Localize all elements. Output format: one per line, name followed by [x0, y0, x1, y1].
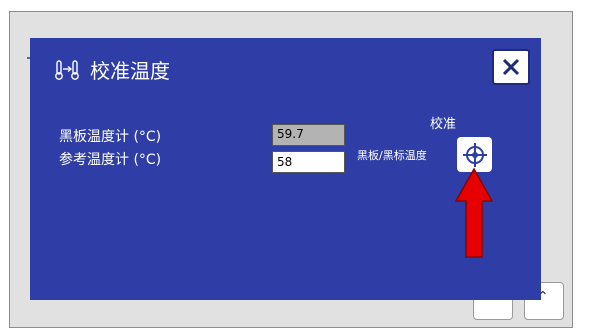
reference-thermometer-input[interactable]	[272, 151, 345, 173]
reference-thermometer-label: 参考温度计 (°C)	[59, 152, 162, 168]
calibrate-label: 黑板/黑标温度	[357, 149, 427, 162]
calibrate-heading: 校准	[430, 117, 457, 132]
close-button[interactable]	[492, 49, 530, 85]
close-icon	[502, 58, 520, 76]
blackboard-thermometer-value: 59.7	[272, 124, 345, 146]
red-arrow-annotation	[454, 167, 494, 258]
blackboard-thermometer-label: 黑板温度计 (°C)	[59, 129, 162, 145]
thermometer-pair-icon	[55, 59, 79, 80]
dialog-title: 校准温度	[90, 59, 170, 83]
crosshair-target-icon	[462, 142, 487, 167]
dialog-header: 校准温度	[54, 55, 170, 84]
